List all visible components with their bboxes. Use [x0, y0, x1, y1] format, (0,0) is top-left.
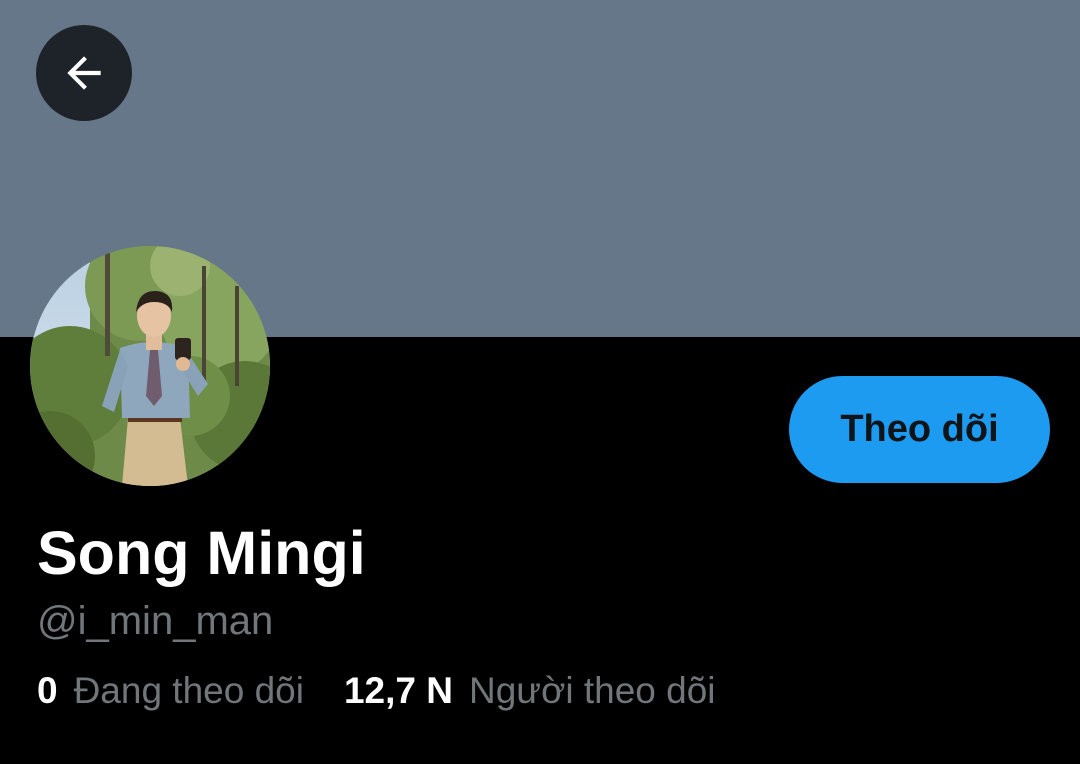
avatar[interactable]	[30, 246, 270, 486]
followers-label: Người theo dõi	[469, 670, 716, 711]
following-label: Đang theo dõi	[73, 670, 304, 711]
followers-link[interactable]: 12,7 N Người theo dõi	[344, 667, 716, 715]
follow-button[interactable]: Theo dõi	[789, 376, 1050, 483]
username-handle: @i_min_man	[37, 599, 274, 643]
followers-count: 12,7 N	[343, 670, 453, 711]
follow-stats: 0 Đang theo dõi 12,7 N Người theo dõi	[37, 667, 716, 715]
arrow-left-icon	[67, 56, 101, 90]
display-name: Song Mingi	[37, 519, 366, 587]
profile-page: Theo dõi Song Mingi @i_min_man 0 Đang th…	[0, 0, 1080, 764]
following-count: 0	[37, 670, 58, 711]
avatar-photo	[30, 246, 270, 486]
back-button[interactable]	[36, 25, 132, 121]
following-link[interactable]: 0 Đang theo dõi	[37, 667, 304, 715]
